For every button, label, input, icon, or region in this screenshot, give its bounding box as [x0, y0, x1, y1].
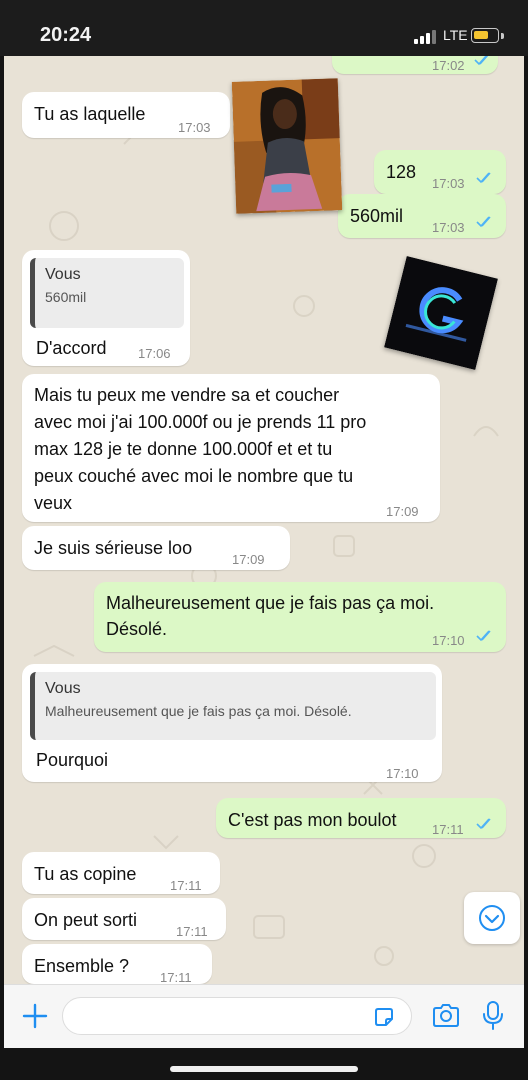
- read-receipt-icon: [476, 216, 491, 228]
- message-line: avec moi j'ai 100.000f ou je prends 11 p…: [34, 412, 367, 432]
- message-time: 17:09: [386, 504, 419, 519]
- message-time: 17:06: [138, 346, 171, 361]
- scroll-to-bottom-button[interactable]: [464, 892, 520, 944]
- battery-icon: [471, 28, 499, 43]
- message-time: 17:11: [160, 970, 192, 984]
- message-text: Pourquoi: [36, 750, 109, 770]
- network-type: LTE: [443, 27, 468, 43]
- status-bar: 20:24 LTE: [0, 0, 528, 56]
- status-time: 20:24: [40, 24, 92, 46]
- message-time: 17:03: [432, 220, 465, 235]
- quoted-message[interactable]: Vous Malheureusement que je fais pas ça …: [30, 672, 436, 740]
- message-text: Je suis sérieuse loo: [34, 538, 193, 558]
- message-bubble-outgoing[interactable]: C'est pas mon boulot 17:11: [216, 798, 506, 838]
- message-text: Tu as copine: [34, 864, 137, 884]
- message-text: 128: [386, 162, 417, 182]
- signal-strength-icon: [414, 30, 436, 44]
- chevron-down-circle-icon: [479, 905, 505, 931]
- quoted-text: 560mil: [45, 289, 87, 305]
- input-bar: [4, 984, 524, 1048]
- message-bubble-incoming-reply[interactable]: Vous 560mil D'accord 17:06: [22, 250, 190, 366]
- message-bubble-incoming[interactable]: On peut sorti 17:11: [22, 898, 226, 940]
- camera-icon[interactable]: [430, 1001, 462, 1031]
- chat-area[interactable]: 17:02 Tu as laquelle 17:03 128 17:03 560…: [4, 56, 524, 984]
- message-bubble-incoming[interactable]: Tu as laquelle 17:03: [22, 92, 230, 138]
- message-bubble-outgoing[interactable]: 128 17:03: [374, 150, 506, 194]
- message-text: On peut sorti: [34, 910, 138, 930]
- message-bubble-incoming[interactable]: Je suis sérieuse loo 17:09: [22, 526, 290, 570]
- read-receipt-icon: [476, 630, 491, 642]
- message-time: 17:03: [178, 120, 211, 135]
- message-line: Mais tu peux me vendre sa et coucher: [34, 385, 340, 405]
- message-line: veux: [34, 493, 73, 513]
- message-text: C'est pas mon boulot: [228, 810, 397, 830]
- message-text: Tu as laquelle: [34, 104, 146, 124]
- message-text: 560mil: [350, 206, 404, 226]
- message-input[interactable]: [62, 997, 412, 1035]
- read-receipt-icon: [476, 172, 491, 184]
- quoted-sender: Vous: [45, 680, 81, 697]
- message-time: 17:10: [386, 766, 419, 781]
- message-line: max 128 je te donne 100.000f et et tu: [34, 439, 333, 459]
- message-bubble-outgoing[interactable]: 560mil 17:03: [338, 194, 506, 238]
- quoted-text: Malheureusement que je fais pas ça moi. …: [45, 703, 352, 719]
- message-time: 17:02: [432, 58, 465, 73]
- message-bubble-incoming[interactable]: Mais tu peux me vendre sa et coucher ave…: [22, 374, 440, 522]
- message-bubble-outgoing[interactable]: Malheureusement que je fais pas ça moi. …: [94, 582, 506, 652]
- quoted-sender: Vous: [45, 266, 81, 283]
- read-receipt-icon: [474, 56, 489, 66]
- message-bubble-incoming-reply[interactable]: Vous Malheureusement que je fais pas ça …: [22, 664, 442, 782]
- message-text: D'accord: [36, 338, 107, 358]
- sticker-icon[interactable]: [372, 1005, 396, 1029]
- message-line: peux couché avec moi le nombre que tu: [34, 466, 354, 486]
- message-time: 17:11: [176, 924, 208, 939]
- message-line: Malheureusement que je fais pas ça moi.: [106, 593, 435, 613]
- message-time: 17:09: [232, 552, 265, 567]
- home-indicator[interactable]: [170, 1066, 358, 1072]
- plus-icon[interactable]: [20, 1001, 50, 1031]
- message-time: 17:10: [432, 633, 465, 648]
- phone-screen: 20:24 LTE 17:02 Tu as laquelle 17:03 128…: [0, 0, 528, 1080]
- quoted-message[interactable]: Vous 560mil: [30, 258, 184, 328]
- message-bubble-incoming[interactable]: Tu as copine 17:11: [22, 852, 220, 894]
- profile-photo: [231, 78, 343, 214]
- read-receipt-icon: [476, 818, 491, 830]
- message-time: 17:11: [432, 822, 464, 837]
- microphone-icon[interactable]: [480, 999, 506, 1033]
- message-time: 17:11: [170, 878, 202, 893]
- message-bubble-outgoing[interactable]: 17:02: [332, 56, 498, 74]
- message-bubble-incoming[interactable]: Ensemble ? 17:11: [22, 944, 212, 984]
- message-text: Ensemble ?: [34, 956, 130, 976]
